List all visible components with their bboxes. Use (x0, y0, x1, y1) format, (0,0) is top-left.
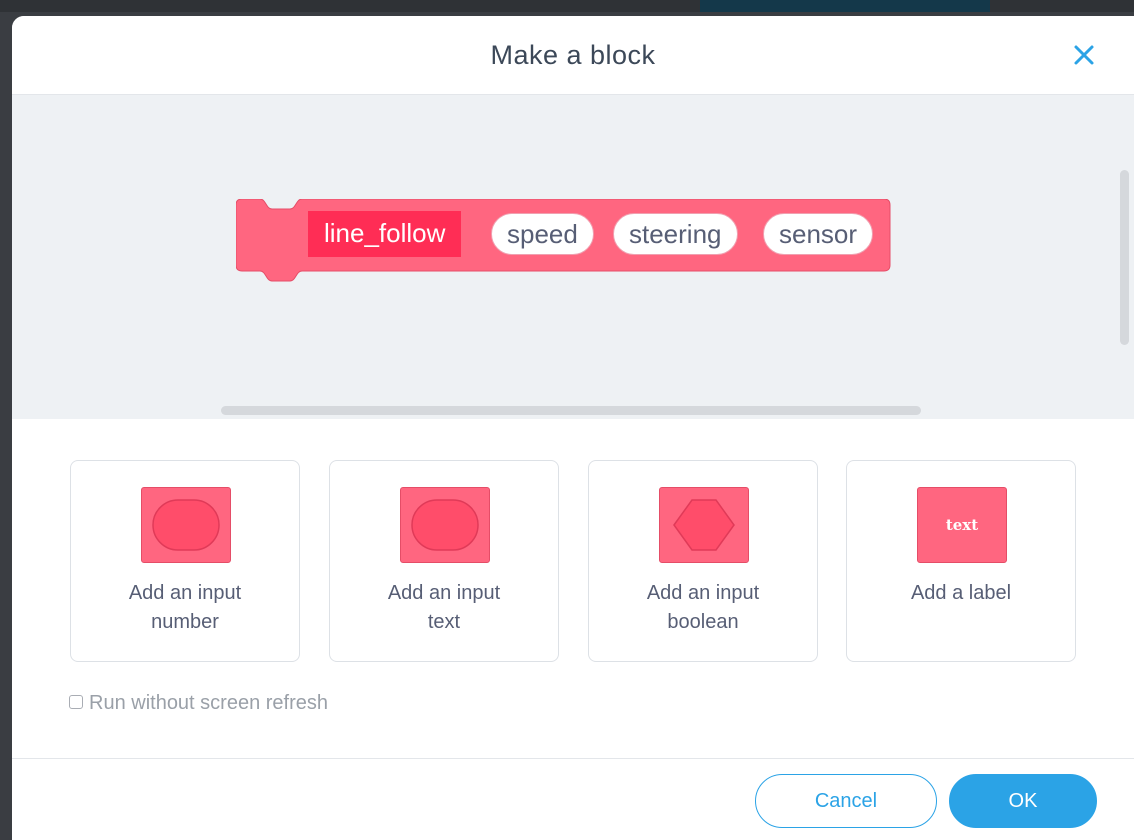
rounded-input-icon (141, 487, 231, 563)
block-input-steering[interactable]: steering (613, 213, 738, 255)
add-input-text-button[interactable]: Add an input text (329, 460, 559, 662)
option-label-line2: boolean (667, 611, 739, 633)
option-label-line1: Add a label (910, 582, 1012, 604)
option-label-line2: text (427, 611, 461, 633)
add-input-boolean-button[interactable]: Add an input boolean (588, 460, 818, 662)
label-icon-text: text (945, 516, 979, 534)
horizontal-scrollbar[interactable] (221, 406, 921, 415)
add-input-number-button[interactable]: Add an input number (70, 460, 300, 662)
background-stage-strip (700, 0, 990, 12)
run-without-refresh-checkbox[interactable] (69, 695, 83, 709)
hexagon-input-icon (659, 487, 749, 563)
dialog-title: Make a block (490, 40, 656, 70)
block-input-speed[interactable]: speed (491, 213, 594, 255)
run-without-refresh-label: Run without screen refresh (89, 692, 329, 714)
option-label-line2: number (151, 611, 219, 633)
cancel-button[interactable]: Cancel (755, 774, 937, 828)
block-name-field[interactable]: line_follow (308, 211, 462, 257)
vertical-scrollbar[interactable] (1120, 170, 1129, 345)
make-block-dialog: Make a block line_follow speed steering … (12, 16, 1134, 840)
dialog-header: Make a block (12, 16, 1134, 95)
block-input-sensor[interactable]: sensor (763, 213, 874, 255)
option-label-line1: Add an input (646, 582, 760, 604)
block-preview-area: line_follow speed steering sensor (12, 95, 1134, 419)
add-label-button[interactable]: text Add a label (846, 460, 1076, 662)
close-button[interactable] (1069, 40, 1099, 70)
option-label-line1: Add an input (387, 582, 501, 604)
footer-divider (12, 758, 1134, 759)
close-icon (1074, 45, 1094, 65)
option-label-line1: Add an input (128, 582, 242, 604)
rounded-input-icon (400, 487, 490, 563)
ok-button[interactable]: OK (949, 774, 1097, 828)
label-icon: text (917, 487, 1007, 563)
